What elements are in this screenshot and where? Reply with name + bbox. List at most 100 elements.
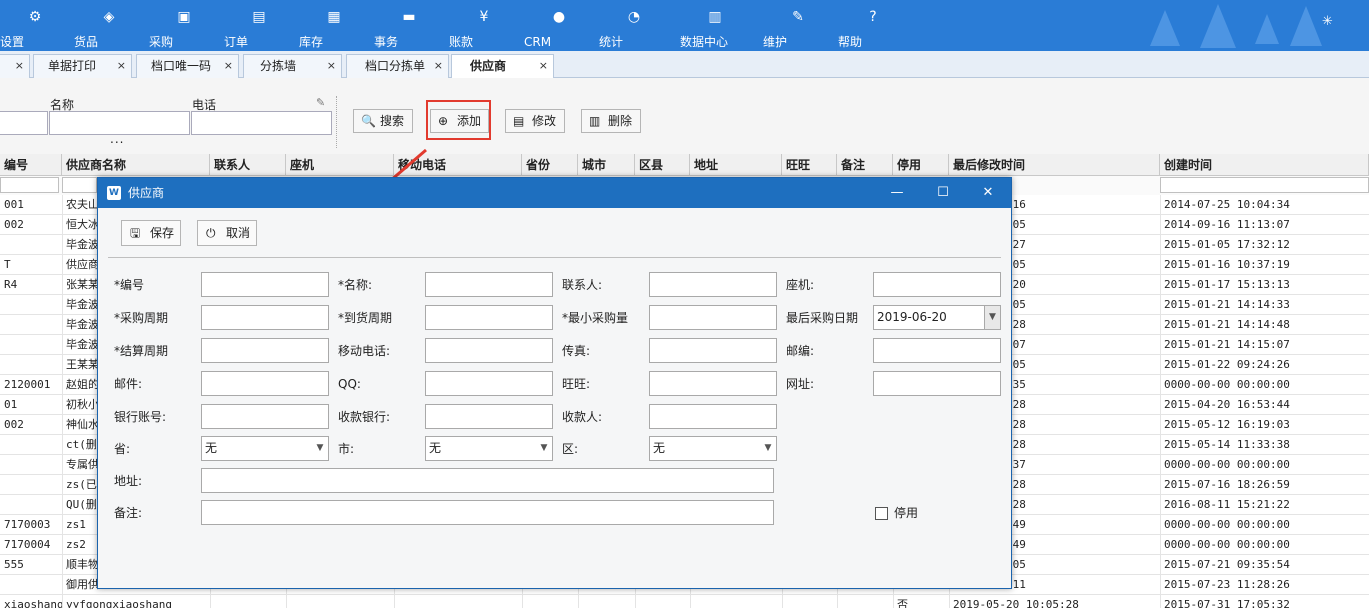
broom-icon[interactable]: ✎ bbox=[316, 96, 325, 109]
column-header[interactable]: 旺旺 bbox=[782, 154, 837, 176]
minimize-button[interactable]: — bbox=[874, 178, 920, 208]
column-header[interactable]: 地址 bbox=[690, 154, 782, 176]
search-button[interactable]: 🔍 搜索 bbox=[353, 109, 413, 133]
pie-icon: ◔ bbox=[627, 9, 641, 25]
tab-close-icon[interactable]: × bbox=[117, 55, 126, 77]
menu-item-10[interactable]: ✎ 维护 bbox=[763, 8, 833, 49]
district-select[interactable]: 无 ▼ bbox=[649, 436, 777, 461]
website-input[interactable] bbox=[873, 371, 1001, 396]
tab-sort-wall[interactable]: 分拣墙 × bbox=[243, 54, 342, 78]
remark-input[interactable] bbox=[201, 500, 774, 525]
column-header[interactable]: 省份 bbox=[522, 154, 578, 176]
menu-item-9[interactable]: ▥ 数据中心 bbox=[680, 8, 750, 49]
last-purchase-date-picker[interactable]: 2019-06-20 ▼ bbox=[873, 305, 1001, 330]
menu-item-11[interactable]: ? 帮助 bbox=[838, 8, 908, 49]
column-header[interactable]: 城市 bbox=[578, 154, 635, 176]
cell-name: yyfgongxiaoshang bbox=[66, 598, 172, 608]
contact-input[interactable] bbox=[649, 272, 777, 297]
tab-close-icon[interactable]: × bbox=[539, 55, 548, 77]
column-filter-input[interactable] bbox=[1160, 177, 1369, 193]
column-header[interactable]: 编号 bbox=[0, 154, 62, 176]
menu-item-8[interactable]: ◔ 统计 bbox=[599, 8, 669, 49]
column-header[interactable]: 移动电话 bbox=[394, 154, 522, 176]
email-input[interactable] bbox=[201, 371, 329, 396]
menu-item-label: 事务 bbox=[374, 35, 399, 49]
close-button[interactable]: ✕ bbox=[965, 178, 1011, 208]
phone-filter-input[interactable] bbox=[191, 111, 332, 135]
chevron-down-icon[interactable]: ▼ bbox=[984, 306, 1000, 329]
tab-close-icon[interactable]: × bbox=[224, 55, 233, 77]
min-purchase-input[interactable] bbox=[649, 305, 777, 330]
chevron-down-icon[interactable]: ▼ bbox=[760, 437, 776, 460]
menu-item-2[interactable]: ▣ 采购 bbox=[149, 8, 219, 49]
cell-created: 2015-07-16 18:26:59 bbox=[1164, 478, 1290, 491]
tab-close-icon[interactable]: × bbox=[434, 55, 443, 77]
column-filter-input[interactable] bbox=[62, 177, 97, 193]
menu-item-7[interactable]: ● CRM bbox=[524, 8, 594, 49]
delete-button[interactable]: ▥ 删除 bbox=[581, 109, 641, 133]
mobile-input[interactable] bbox=[425, 338, 553, 363]
app-logo-icon: W bbox=[107, 186, 121, 200]
column-separator bbox=[62, 355, 63, 375]
tab-print[interactable]: 单据打印 × bbox=[33, 54, 132, 78]
edit-button[interactable]: ▤ 修改 bbox=[505, 109, 565, 133]
landline-input[interactable] bbox=[873, 272, 1001, 297]
menu-item-0[interactable]: ⚙ 设置 bbox=[0, 8, 70, 49]
chevron-down-icon[interactable]: ▼ bbox=[312, 437, 328, 460]
cell-code bbox=[0, 235, 62, 255]
arrival-cycle-input[interactable] bbox=[425, 305, 553, 330]
maximize-button[interactable]: ☐ bbox=[920, 178, 966, 208]
tab-supplier[interactable]: 供应商 × bbox=[451, 54, 554, 79]
menu-item-3[interactable]: ▤ 订单 bbox=[224, 8, 294, 49]
column-header[interactable]: 区县 bbox=[635, 154, 690, 176]
yuan-icon: ¥ bbox=[479, 9, 489, 25]
column-header[interactable]: 停用 bbox=[893, 154, 949, 176]
column-separator bbox=[1160, 275, 1161, 295]
column-header[interactable]: 备注 bbox=[837, 154, 893, 176]
payee-input[interactable] bbox=[649, 404, 777, 429]
snowflake-icon: ✳ bbox=[1322, 14, 1333, 29]
tab-unique-code[interactable]: 档口唯一码 × bbox=[136, 54, 239, 78]
table-row[interactable]: xiaoshang yyfgongxiaoshang 否 2019-05-20 10:… bbox=[0, 595, 1369, 608]
settle-cycle-input[interactable] bbox=[201, 338, 329, 363]
tab-close-icon[interactable]: × bbox=[327, 55, 336, 77]
website-label: 网址: bbox=[786, 377, 815, 391]
qq-input[interactable] bbox=[425, 371, 553, 396]
bank-account-input[interactable] bbox=[201, 404, 329, 429]
code-filter-input[interactable] bbox=[0, 111, 48, 135]
tab-close-icon[interactable]: × bbox=[15, 55, 24, 77]
disabled-checkbox[interactable] bbox=[875, 507, 888, 520]
cell-created: 2015-01-21 14:15:07 bbox=[1164, 338, 1290, 351]
menu-item-label: 维护 bbox=[763, 35, 788, 49]
name-input[interactable] bbox=[425, 272, 553, 297]
column-header[interactable]: 最后修改时间 bbox=[949, 154, 1160, 176]
code-input[interactable] bbox=[201, 272, 329, 297]
menu-item-6[interactable]: ¥ 账款 bbox=[449, 8, 519, 49]
menu-item-4[interactable]: ▦ 库存 bbox=[299, 8, 369, 49]
bank-input[interactable] bbox=[425, 404, 553, 429]
column-header[interactable]: 座机 bbox=[286, 154, 394, 176]
menu-item-1[interactable]: ◈ 货品 bbox=[74, 8, 144, 49]
column-header[interactable]: 创建时间 bbox=[1160, 154, 1369, 176]
tab-partial[interactable]: × bbox=[0, 54, 30, 78]
city-select[interactable]: 无 ▼ bbox=[425, 436, 553, 461]
save-button[interactable]: 🖫 保存 bbox=[121, 220, 181, 246]
cell-code bbox=[0, 475, 62, 495]
address-input[interactable] bbox=[201, 468, 774, 493]
postcode-input[interactable] bbox=[873, 338, 1001, 363]
province-select[interactable]: 无 ▼ bbox=[201, 436, 329, 461]
column-header[interactable]: 联系人 bbox=[210, 154, 286, 176]
chevron-down-icon[interactable]: ▼ bbox=[536, 437, 552, 460]
fax-input[interactable] bbox=[649, 338, 777, 363]
tab-sort-sheet[interactable]: 档口分拣单 × bbox=[346, 54, 449, 78]
column-separator bbox=[1160, 295, 1161, 315]
column-filter-input[interactable] bbox=[0, 177, 59, 193]
column-separator bbox=[1160, 575, 1161, 595]
more-filters[interactable]: ... bbox=[110, 132, 124, 146]
wangwang-input[interactable] bbox=[649, 371, 777, 396]
column-separator bbox=[1160, 255, 1161, 275]
cancel-button[interactable]: ⏻ 取消 bbox=[197, 220, 257, 246]
column-header[interactable]: 供应商名称 bbox=[62, 154, 210, 176]
purchase-cycle-input[interactable] bbox=[201, 305, 329, 330]
menu-item-5[interactable]: ▬ 事务 bbox=[374, 8, 444, 49]
